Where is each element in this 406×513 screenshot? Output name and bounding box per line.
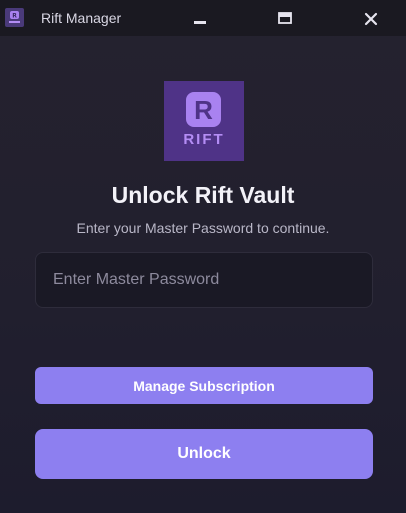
rift-manager-window: R Rift Manager R RIFT Unlock Rift Vault … [0, 0, 406, 513]
close-icon [364, 12, 378, 26]
page-subtitle: Enter your Master Password to continue. [76, 220, 330, 236]
rift-app-icon: R [5, 8, 24, 27]
page-title: Unlock Rift Vault [111, 182, 295, 208]
window-title: Rift Manager [41, 10, 122, 26]
logo-wordmark: RIFT [183, 131, 225, 148]
maximize-button[interactable] [270, 4, 300, 32]
close-button[interactable] [356, 4, 386, 32]
manage-subscription-button[interactable]: Manage Subscription [35, 367, 373, 404]
rift-logo: R RIFT [164, 81, 244, 161]
master-password-input[interactable] [35, 252, 373, 308]
minimize-icon [194, 21, 206, 24]
logo-letter-badge: R [186, 92, 221, 127]
title-bar[interactable]: R Rift Manager [0, 0, 406, 36]
svg-text:R: R [12, 13, 17, 20]
minimize-button[interactable] [185, 4, 215, 32]
unlock-button[interactable]: Unlock [35, 429, 373, 479]
maximize-icon [278, 12, 292, 24]
logo-letter: R [194, 95, 213, 125]
